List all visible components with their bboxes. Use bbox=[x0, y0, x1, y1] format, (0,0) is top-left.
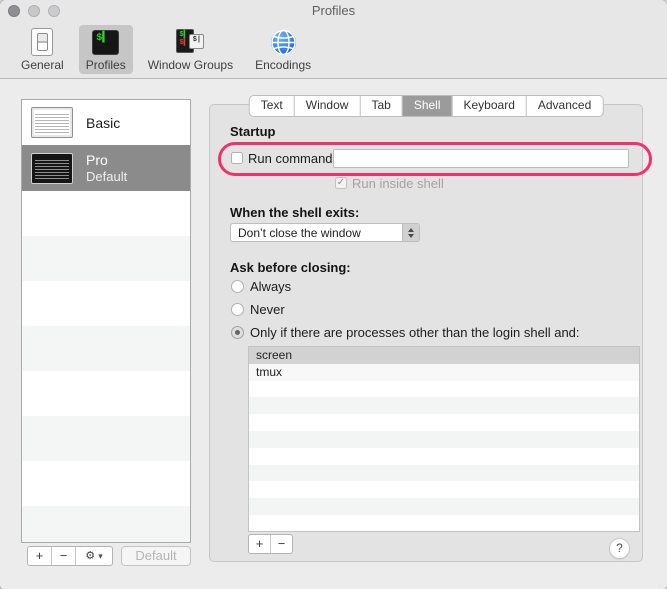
radio-always-label: Always bbox=[250, 279, 291, 294]
profile-thumbnail-pro bbox=[31, 153, 73, 184]
preferences-window: Profiles General $▍ Profiles $▍$▍ $| Win… bbox=[0, 0, 667, 589]
toolbar-item-general[interactable]: General bbox=[14, 25, 71, 74]
general-icon bbox=[28, 28, 56, 56]
empty-row bbox=[249, 481, 639, 498]
empty-row bbox=[249, 498, 639, 515]
process-list: screen tmux bbox=[248, 346, 640, 532]
empty-row bbox=[249, 397, 639, 414]
toolbar-item-label: Profiles bbox=[86, 58, 126, 72]
empty-row bbox=[22, 236, 190, 281]
toolbar-item-label: General bbox=[21, 58, 64, 72]
empty-row bbox=[22, 461, 190, 506]
empty-row bbox=[22, 416, 190, 461]
toolbar-item-profiles[interactable]: $▍ Profiles bbox=[79, 25, 133, 74]
startup-heading: Startup bbox=[230, 124, 276, 139]
shell-settings-pane: Text Window Tab Shell Keyboard Advanced … bbox=[209, 104, 643, 562]
chevron-down-icon bbox=[408, 234, 414, 238]
gear-icon: ⚙ bbox=[85, 550, 95, 562]
run-inside-shell-label: Run inside shell bbox=[352, 176, 444, 191]
radio-always[interactable] bbox=[231, 280, 244, 293]
profile-list: Basic Pro Default bbox=[21, 99, 191, 543]
chevron-up-icon bbox=[408, 228, 414, 232]
radio-only-if-processes-label: Only if there are processes other than t… bbox=[250, 325, 580, 340]
profiles-icon: $▍ bbox=[92, 28, 120, 56]
tab-advanced[interactable]: Advanced bbox=[526, 96, 602, 116]
add-profile-button[interactable]: + bbox=[28, 547, 51, 565]
radio-only-if-processes[interactable] bbox=[231, 326, 244, 339]
encodings-icon bbox=[269, 28, 297, 56]
tab-shell[interactable]: Shell bbox=[402, 96, 452, 116]
radio-never-label: Never bbox=[250, 302, 285, 317]
process-row[interactable]: tmux bbox=[249, 364, 639, 381]
help-icon: ? bbox=[616, 541, 623, 555]
profile-name: Basic bbox=[86, 115, 120, 131]
empty-row bbox=[22, 281, 190, 326]
titlebar: Profiles bbox=[0, 0, 667, 22]
help-button[interactable]: ? bbox=[609, 538, 630, 559]
remove-process-button[interactable]: − bbox=[270, 535, 292, 553]
profile-default-badge: Default bbox=[86, 169, 127, 184]
tab-window[interactable]: Window bbox=[294, 96, 360, 116]
chevron-down-icon: ▾ bbox=[98, 551, 103, 561]
window-groups-icon: $▍$▍ $| bbox=[176, 28, 204, 56]
empty-row bbox=[249, 465, 639, 482]
add-process-button[interactable]: + bbox=[249, 535, 270, 553]
toolbar-item-encodings[interactable]: Encodings bbox=[248, 25, 318, 74]
tab-text[interactable]: Text bbox=[250, 96, 294, 116]
empty-row bbox=[249, 381, 639, 398]
empty-row bbox=[249, 414, 639, 431]
profile-name: Pro bbox=[86, 152, 127, 168]
set-default-button[interactable]: Default bbox=[121, 546, 191, 566]
process-row[interactable]: screen bbox=[249, 347, 639, 364]
profile-row-basic[interactable]: Basic bbox=[22, 100, 190, 145]
process-list-buttons: + − bbox=[248, 534, 293, 554]
checkmark-icon: ✓ bbox=[337, 177, 345, 188]
shell-exits-value: Don’t close the window bbox=[231, 226, 402, 240]
toolbar-item-label: Encodings bbox=[255, 58, 311, 72]
profile-thumbnail-basic bbox=[31, 107, 73, 138]
run-command-checkbox[interactable] bbox=[231, 152, 243, 164]
stepper-icon bbox=[402, 224, 419, 241]
profile-actions-button[interactable]: ⚙ ▾ bbox=[75, 547, 112, 565]
empty-row bbox=[249, 448, 639, 465]
window-title: Profiles bbox=[0, 3, 667, 18]
empty-row bbox=[22, 191, 190, 236]
tab-keyboard[interactable]: Keyboard bbox=[452, 96, 526, 116]
empty-row bbox=[249, 515, 639, 532]
preferences-toolbar: General $▍ Profiles $▍$▍ $| Window Group… bbox=[0, 22, 667, 79]
profile-list-buttons: + − ⚙ ▾ Default bbox=[27, 546, 191, 566]
toolbar-item-label: Window Groups bbox=[148, 58, 233, 72]
ask-before-closing-heading: Ask before closing: bbox=[230, 260, 351, 275]
shell-exits-select[interactable]: Don’t close the window bbox=[230, 223, 420, 242]
run-command-label: Run command: bbox=[248, 151, 336, 166]
run-command-input[interactable] bbox=[333, 149, 629, 168]
profile-tabbar: Text Window Tab Shell Keyboard Advanced bbox=[249, 95, 604, 117]
profile-row-pro[interactable]: Pro Default bbox=[22, 145, 190, 191]
remove-profile-button[interactable]: − bbox=[51, 547, 75, 565]
empty-row bbox=[22, 506, 190, 543]
empty-row bbox=[22, 326, 190, 371]
tab-tab[interactable]: Tab bbox=[359, 96, 401, 116]
radio-never[interactable] bbox=[231, 303, 244, 316]
toolbar-item-window-groups[interactable]: $▍$▍ $| Window Groups bbox=[141, 25, 240, 74]
shell-exits-heading: When the shell exits: bbox=[230, 205, 359, 220]
run-inside-shell-checkbox[interactable]: ✓ bbox=[335, 177, 347, 189]
empty-row bbox=[249, 431, 639, 448]
empty-row bbox=[22, 371, 190, 416]
